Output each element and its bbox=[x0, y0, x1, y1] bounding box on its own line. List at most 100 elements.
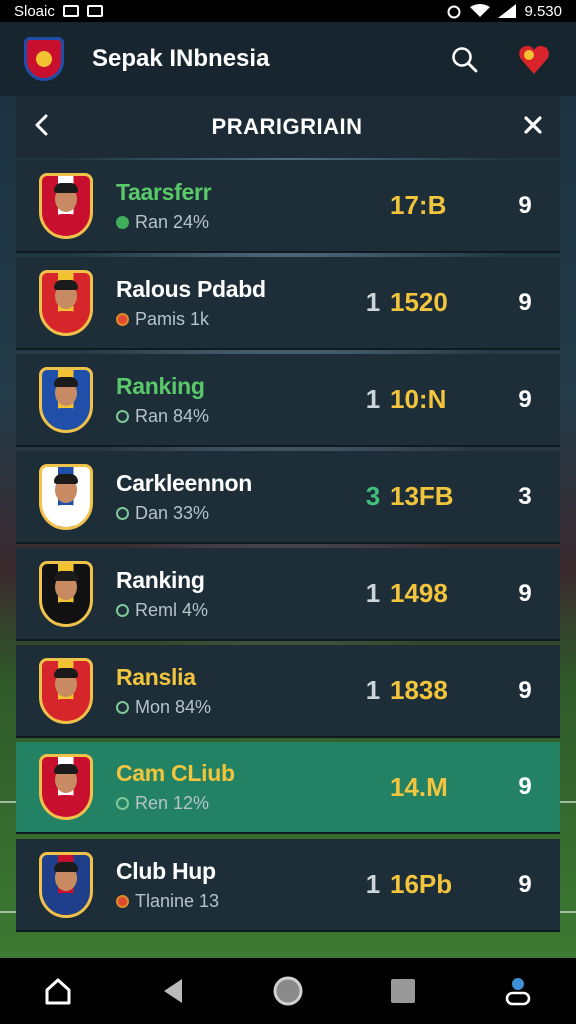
club-subtitle: Ren 12% bbox=[116, 793, 356, 814]
club-subtitle-text: Pamis 1k bbox=[135, 308, 210, 329]
club-row[interactable]: Ranking Ran 84% 1 10:N 9 bbox=[16, 354, 560, 447]
status-dot-icon bbox=[116, 700, 129, 714]
club-value: 1838 bbox=[390, 675, 448, 705]
home-circle-button[interactable] bbox=[260, 963, 316, 1019]
club-name: Ralous Pdabd bbox=[116, 275, 266, 302]
club-subtitle: Pamis 1k bbox=[116, 309, 356, 330]
home-button[interactable] bbox=[30, 963, 86, 1019]
club-rank: 1 bbox=[365, 675, 381, 705]
club-name: Club Hup bbox=[116, 857, 216, 884]
status-time: 9.530 bbox=[524, 2, 562, 20]
club-crest-container bbox=[16, 269, 116, 336]
club-value: 1520 bbox=[390, 287, 448, 317]
club-crest bbox=[39, 366, 93, 433]
profile-badge-button[interactable] bbox=[512, 37, 556, 81]
chevron-left-icon bbox=[35, 114, 48, 135]
club-info: Taarsferr Ran 24% bbox=[116, 179, 356, 233]
club-value: 17:B bbox=[390, 190, 447, 220]
club-row[interactable]: Club Hup Tlanine 13 1 16Pb 9 bbox=[16, 839, 560, 932]
close-icon bbox=[524, 115, 542, 134]
club-subtitle: Ran 84% bbox=[116, 406, 356, 427]
recents-button[interactable] bbox=[375, 963, 431, 1019]
club-name: Ranking bbox=[116, 566, 205, 593]
club-subtitle: Dan 33% bbox=[116, 503, 356, 524]
club-rank: 1 bbox=[365, 384, 381, 414]
club-value: 1498 bbox=[390, 578, 448, 608]
back-button[interactable] bbox=[32, 113, 52, 142]
club-crest bbox=[39, 851, 93, 918]
club-count: 9 bbox=[518, 191, 532, 219]
club-count: 9 bbox=[518, 773, 532, 800]
club-row[interactable]: Ralous Pdabd Pamis 1k 1 1520 9 bbox=[16, 257, 560, 350]
section-header: PRARIGRIAIN bbox=[16, 96, 560, 158]
square-icon bbox=[391, 979, 416, 1003]
app-title: Sepak INbnesia bbox=[92, 45, 270, 72]
club-count: 9 bbox=[518, 870, 532, 898]
close-button[interactable] bbox=[522, 114, 544, 141]
club-rank: 1 bbox=[365, 287, 381, 317]
club-row[interactable]: Ranslia Mon 84% 1 1838 9 bbox=[16, 645, 560, 738]
club-info: Carkleennon Dan 33% bbox=[116, 470, 356, 524]
home-icon bbox=[45, 978, 71, 1005]
club-crest bbox=[39, 657, 93, 724]
account-button[interactable] bbox=[490, 963, 546, 1019]
club-crest-container bbox=[16, 172, 116, 239]
club-crest bbox=[39, 172, 93, 239]
club-subtitle: Mon 84% bbox=[116, 697, 356, 718]
club-info: Ranslia Mon 84% bbox=[116, 664, 356, 718]
system-nav-bar bbox=[0, 958, 576, 1024]
user-icon bbox=[506, 978, 531, 1006]
alarm-icon bbox=[447, 5, 461, 19]
club-count: 9 bbox=[518, 676, 532, 704]
status-dot-icon bbox=[116, 797, 129, 810]
back-triangle-icon bbox=[163, 979, 182, 1003]
club-info: Club Hup Tlanine 13 bbox=[116, 858, 356, 912]
club-row[interactable]: Taarsferr Ran 24% 17:B 9 bbox=[16, 160, 560, 253]
club-crest-container bbox=[16, 851, 116, 918]
club-name: Ranking bbox=[116, 372, 205, 399]
club-name: Carkleennon bbox=[116, 469, 253, 496]
status-bar: Sloaic 9.530 bbox=[0, 0, 576, 22]
status-dot-icon bbox=[116, 215, 129, 229]
club-name: Cam CLiub bbox=[116, 760, 235, 786]
circle-icon bbox=[273, 976, 303, 1006]
club-count: 9 bbox=[518, 385, 532, 413]
status-left-text: Sloaic bbox=[14, 2, 55, 20]
club-crest bbox=[39, 560, 93, 627]
status-dot-icon bbox=[116, 312, 129, 326]
search-button[interactable] bbox=[442, 37, 486, 81]
club-crest-container bbox=[16, 366, 116, 433]
club-row[interactable]: Cam CLiub Ren 12% 14.M 9 bbox=[16, 742, 560, 834]
club-value: 13FB bbox=[390, 481, 454, 511]
club-row[interactable]: Carkleennon Dan 33% 3 13FB 3 bbox=[16, 451, 560, 544]
club-crest bbox=[39, 463, 93, 530]
club-name: Ranslia bbox=[116, 663, 196, 690]
club-info: Ralous Pdabd Pamis 1k bbox=[116, 276, 356, 330]
club-row[interactable]: Ranking Reml 4% 1 1498 9 bbox=[16, 548, 560, 641]
app-logo bbox=[24, 37, 64, 81]
status-dot-icon bbox=[116, 603, 129, 617]
club-subtitle-text: Ren 12% bbox=[135, 793, 210, 813]
club-count: 9 bbox=[518, 288, 532, 316]
club-crest-container bbox=[16, 463, 116, 530]
club-crest-container bbox=[16, 560, 116, 627]
club-info: Ranking Ran 84% bbox=[116, 373, 356, 427]
search-icon bbox=[452, 47, 478, 73]
section-title: PRARIGRIAIN bbox=[211, 114, 363, 139]
back-nav-button[interactable] bbox=[145, 963, 201, 1019]
club-subtitle-text: Ran 84% bbox=[135, 405, 210, 426]
app-bar: Sepak INbnesia bbox=[0, 22, 576, 96]
club-crest bbox=[39, 269, 93, 336]
club-crest bbox=[39, 754, 93, 820]
status-dot-icon bbox=[116, 506, 129, 520]
club-subtitle-text: Ran 24% bbox=[135, 211, 210, 232]
club-crest-container bbox=[16, 657, 116, 724]
club-count: 9 bbox=[518, 579, 532, 607]
club-subtitle-text: Tlanine 13 bbox=[135, 890, 220, 911]
club-name: Taarsferr bbox=[116, 178, 212, 205]
club-crest-container bbox=[16, 754, 116, 820]
chart-icon bbox=[62, 5, 79, 17]
club-value: 14.M bbox=[390, 771, 448, 802]
signal-icon bbox=[498, 4, 517, 18]
badge-icon bbox=[519, 45, 549, 74]
